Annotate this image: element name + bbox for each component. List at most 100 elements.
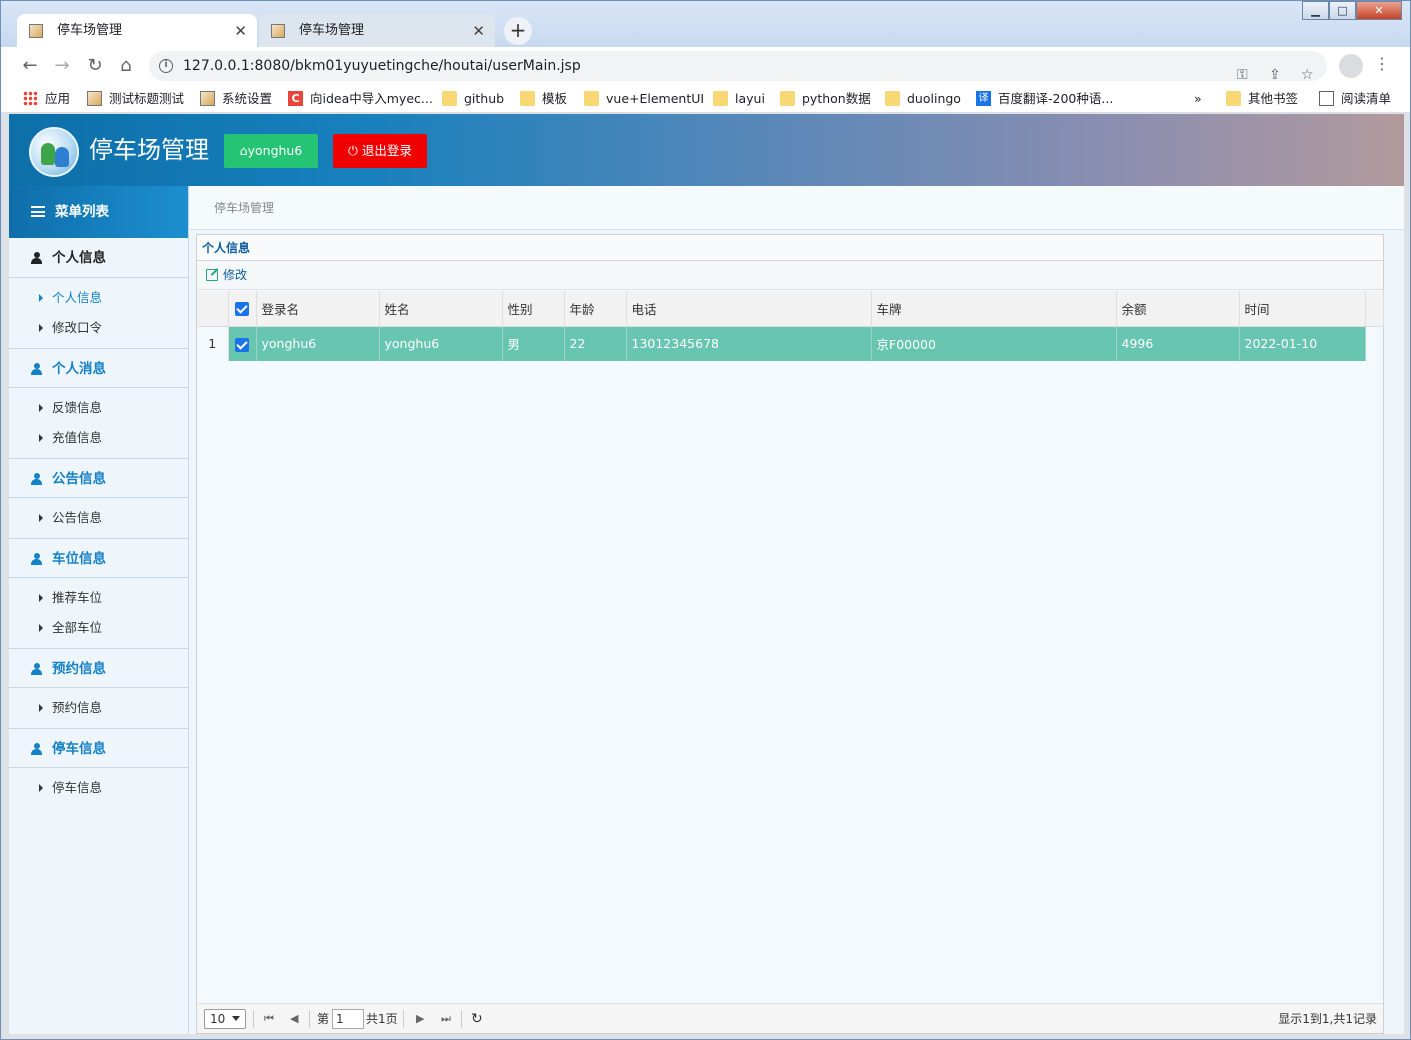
column-header[interactable]: 余额	[1116, 291, 1240, 327]
rownum-header	[197, 291, 229, 327]
tab-title: 停车场管理	[57, 23, 123, 38]
url-field[interactable]: i 127.0.0.1:8080/bkm01yuyuetingche/houta…	[149, 51, 1327, 83]
menu-item-announcements[interactable]: 公告信息	[9, 503, 188, 533]
cell-name: yonghu6	[379, 326, 503, 361]
refresh-icon[interactable]: ↻	[471, 1004, 483, 1034]
web-page: 停车场管理 ⌂yonghu6 ⏻ 退出登录 菜单列表 个人信息 个人信息 修改口…	[9, 114, 1404, 1034]
menu-header: 菜单列表	[9, 186, 188, 238]
minimize-icon[interactable]: ▁	[1302, 1, 1329, 20]
logout-button[interactable]: ⏻ 退出登录	[333, 134, 427, 168]
page-favicon-icon	[29, 24, 43, 38]
menu-item-recommended-spaces[interactable]: 推荐车位	[9, 583, 188, 613]
reload-icon[interactable]: ↻	[84, 55, 106, 77]
bookmark-folder[interactable]: duolingo	[885, 90, 961, 108]
profile-avatar-icon[interactable]	[1339, 54, 1363, 78]
menu-item-feedback[interactable]: 反馈信息	[9, 393, 188, 423]
column-header[interactable]: 性别	[502, 291, 565, 327]
select-all-checkbox[interactable]	[228, 291, 257, 327]
bookmark-folder[interactable]: 模板	[520, 90, 567, 108]
bookmark-folder[interactable]: github	[442, 90, 504, 108]
breadcrumb: 停车场管理	[190, 186, 1404, 230]
submenu: 预约信息	[9, 688, 188, 728]
page-size-select[interactable]: 10	[204, 1009, 246, 1029]
submenu: 停车信息	[9, 768, 188, 808]
page-favicon-icon	[271, 24, 285, 38]
bookmark-folder[interactable]: vue+ElementUI	[584, 90, 704, 108]
other-bookmarks[interactable]: 其他书签	[1226, 90, 1298, 108]
column-header[interactable]: 车牌	[871, 291, 1117, 327]
tab-inactive[interactable]: 停车场管理 ✕	[259, 14, 495, 48]
browser-menu-icon[interactable]: ⋮	[1374, 54, 1390, 73]
page-total-label: 共1页	[366, 1012, 398, 1026]
prev-page-icon[interactable]: ◀	[290, 1004, 298, 1034]
page-number-input[interactable]: 1	[332, 1009, 364, 1029]
row-checkbox[interactable]	[228, 326, 257, 361]
bookmark-folder[interactable]: layui	[713, 90, 765, 108]
apps-icon	[23, 91, 38, 106]
row-number: 1	[197, 326, 229, 361]
menu-item-change-password[interactable]: 修改口令	[9, 313, 188, 343]
forward-arrow-icon[interactable]: →	[51, 55, 73, 77]
site-info-icon[interactable]: i	[159, 59, 173, 73]
pagination-info: 显示1到1,共1记录	[1278, 1012, 1377, 1026]
column-header[interactable]: 年龄	[564, 291, 627, 327]
bookmark-apps[interactable]: 应用	[23, 90, 70, 108]
bookmark-item[interactable]: 译百度翻译-200种语...	[976, 90, 1113, 108]
folder-icon	[1226, 91, 1241, 106]
menu-item-recharge[interactable]: 充值信息	[9, 423, 188, 453]
submenu: 公告信息	[9, 498, 188, 538]
grid-toolbar: 修改	[197, 261, 1383, 290]
edit-button[interactable]: 修改	[223, 268, 247, 282]
first-page-icon[interactable]: ⏮	[264, 1004, 274, 1034]
home-icon[interactable]: ⌂	[115, 55, 137, 77]
menu-item-all-spaces[interactable]: 全部车位	[9, 613, 188, 643]
power-icon: ⏻	[348, 143, 362, 158]
user-home-button[interactable]: ⌂yonghu6	[224, 134, 318, 168]
menu-group-announcements[interactable]: 公告信息	[9, 458, 188, 498]
column-header[interactable]: 姓名	[379, 291, 503, 327]
menu-group-parking-info[interactable]: 停车信息	[9, 728, 188, 768]
back-arrow-icon[interactable]: ←	[19, 55, 41, 77]
user-icon	[31, 743, 42, 755]
last-page-icon[interactable]: ⏭	[441, 1004, 451, 1034]
folder-icon	[520, 91, 535, 106]
column-header[interactable]: 登录名	[256, 291, 380, 327]
menu-group-personal-messages[interactable]: 个人消息	[9, 348, 188, 388]
cell-age: 22	[564, 326, 627, 361]
menu-group-reservations[interactable]: 预约信息	[9, 648, 188, 688]
window-controls: ▁ □ ✕	[1302, 1, 1402, 21]
column-header[interactable]: 电话	[626, 291, 872, 327]
tab-active[interactable]: 停车场管理 ✕	[17, 14, 257, 48]
divider	[403, 1010, 404, 1028]
menu-group-personal-info[interactable]: 个人信息	[9, 238, 188, 278]
page-prefix-label: 第	[317, 1012, 330, 1026]
user-icon	[31, 473, 42, 485]
new-tab-button[interactable]: +	[504, 17, 532, 45]
divider	[253, 1010, 254, 1028]
maximize-icon[interactable]: □	[1329, 1, 1356, 20]
menu-item-personal-info[interactable]: 个人信息	[9, 283, 188, 313]
menu-item-reservations[interactable]: 预约信息	[9, 693, 188, 723]
bookmark-item[interactable]: 测试标题测试	[87, 90, 184, 108]
tab-close-icon[interactable]: ✕	[472, 14, 485, 48]
bookmark-item[interactable]: 系统设置	[200, 90, 272, 108]
menu-group-parking-spaces[interactable]: 车位信息	[9, 538, 188, 578]
submenu: 反馈信息 充值信息	[9, 388, 188, 458]
next-page-icon[interactable]: ▶	[416, 1004, 424, 1034]
window-close-icon[interactable]: ✕	[1356, 1, 1402, 20]
cell-phone: 13012345678	[626, 326, 872, 361]
tab-close-icon[interactable]: ✕	[234, 14, 247, 48]
bookmark-item[interactable]: C 向idea中导入myec...	[288, 90, 433, 108]
bookmark-folder[interactable]: python数据	[780, 90, 871, 108]
table-row[interactable]: 1 yonghu6 yonghu6 男 22 13012345678 京F000…	[197, 326, 1383, 361]
list-icon	[31, 206, 45, 217]
folder-icon	[780, 91, 795, 106]
divider	[461, 1010, 462, 1028]
menu-item-parking-info[interactable]: 停车信息	[9, 773, 188, 803]
cell-plate: 京F00000	[871, 326, 1117, 361]
cell-login-name: yonghu6	[256, 326, 380, 361]
reading-list[interactable]: 阅读清单	[1319, 90, 1391, 108]
folder-icon	[713, 91, 728, 106]
column-header[interactable]: 时间	[1239, 291, 1366, 327]
bookmark-overflow-button[interactable]: »	[1174, 90, 1202, 108]
